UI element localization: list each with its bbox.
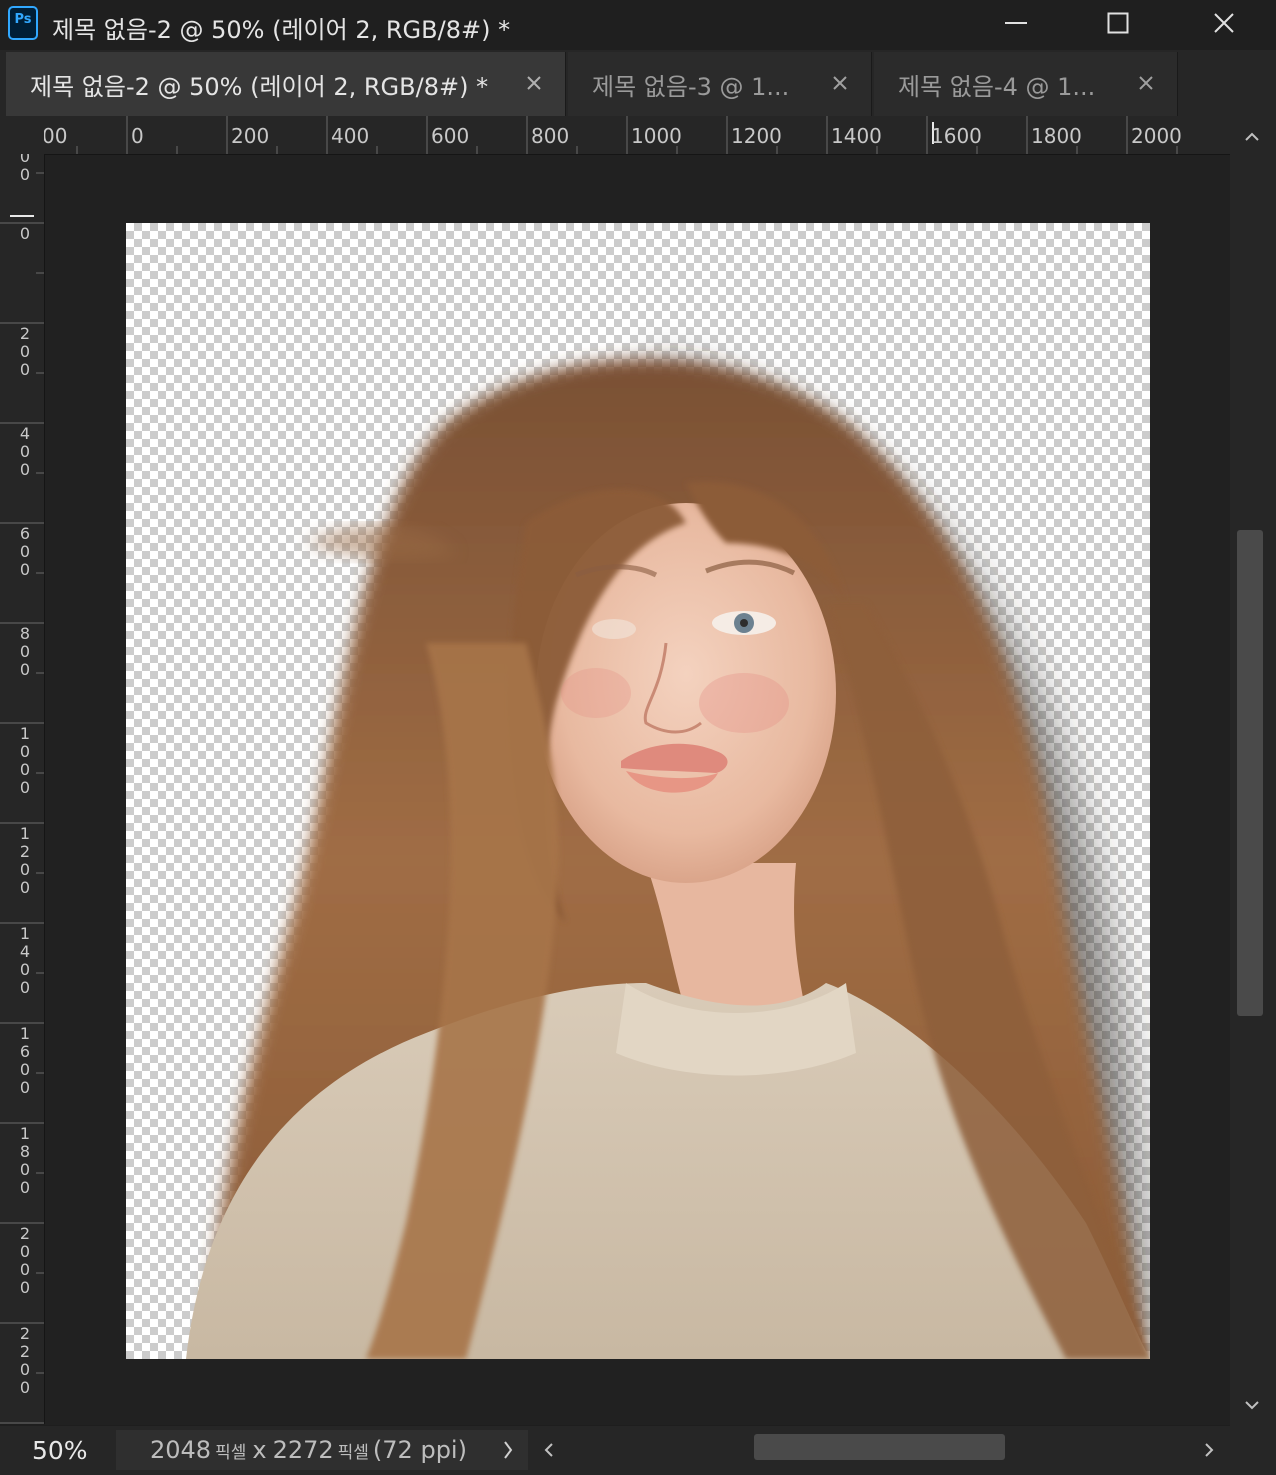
- maximize-icon: [1107, 12, 1129, 34]
- close-tab-icon[interactable]: [831, 74, 849, 92]
- horizontal-ruler[interactable]: 00 0 200 400 600 800 1000 1200 1400 1600…: [0, 116, 1276, 155]
- horizontal-scroll-thumb[interactable]: [754, 1434, 1005, 1460]
- ruler-label: 2200: [19, 1324, 31, 1397]
- ruler-label: 1000: [631, 124, 682, 148]
- tab-document-4[interactable]: 제목 없음-4 @ 1...: [874, 52, 1178, 116]
- tab-label: 제목 없음-2 @ 50% (레이어 2, RGB/8#) *: [30, 72, 489, 101]
- tab-label: 제목 없음-4 @ 1...: [898, 72, 1096, 101]
- ruler-label: 1800: [19, 1124, 31, 1197]
- close-tab-icon[interactable]: [525, 74, 543, 92]
- ruler-label: 400: [331, 124, 370, 148]
- window-title: 제목 없음-2 @ 50% (레이어 2, RGB/8#) *: [52, 16, 511, 44]
- portrait-layer-image: [186, 359, 1150, 1359]
- doc-resolution: (72 ppi): [372, 1436, 467, 1464]
- scroll-right-icon[interactable]: [1204, 1442, 1214, 1458]
- tab-label: 제목 없음-3 @ 1...: [592, 72, 790, 101]
- ruler-label: 2000: [19, 1224, 31, 1297]
- ruler-label: 600: [431, 124, 470, 148]
- document-info[interactable]: 2048 픽셀 x 2272 픽셀 (72 ppi): [116, 1430, 528, 1470]
- close-icon: [1214, 13, 1234, 33]
- vertical-ruler[interactable]: 00 0 200 400 600 800 1000 1200 1400 1600…: [0, 154, 45, 1424]
- unit-label: 픽셀: [215, 1442, 247, 1463]
- photoshop-logo-icon: Ps: [8, 6, 38, 40]
- doc-width: 2048: [150, 1436, 212, 1464]
- ruler-label: 1600: [931, 124, 982, 148]
- ruler-label: 800: [19, 624, 31, 679]
- ruler-label: 0: [19, 224, 31, 243]
- ruler-label: 400: [19, 424, 31, 479]
- minimize-button[interactable]: [964, 0, 1068, 46]
- zoom-level-field[interactable]: 50%: [0, 1426, 114, 1475]
- horizontal-scrollbar[interactable]: [530, 1426, 1230, 1475]
- ruler-label: 00: [42, 124, 68, 148]
- ruler-label: 0: [131, 124, 144, 148]
- ruler-label: 800: [531, 124, 570, 148]
- vertical-scroll-thumb[interactable]: [1237, 530, 1263, 1016]
- ruler-label: 1800: [1031, 124, 1082, 148]
- status-menu-chevron-right-icon[interactable]: [502, 1440, 514, 1460]
- ruler-label: 200: [231, 124, 270, 148]
- minimize-icon: [1005, 22, 1027, 24]
- title-bar: Ps 제목 없음-2 @ 50% (레이어 2, RGB/8#) *: [0, 0, 1276, 50]
- ruler-label: 600: [19, 524, 31, 579]
- tab-document-3[interactable]: 제목 없음-3 @ 1...: [568, 52, 872, 116]
- status-bar: 50% 2048 픽셀 x 2272 픽셀 (72 ppi): [0, 1426, 1276, 1475]
- ruler-label: 1400: [831, 124, 882, 148]
- ruler-label: 1000: [19, 724, 31, 797]
- ruler-label: 200: [19, 324, 31, 379]
- close-window-button[interactable]: [1172, 0, 1276, 46]
- ruler-label: 00: [19, 154, 31, 184]
- times-sign: x: [252, 1436, 267, 1464]
- close-tab-icon[interactable]: [1137, 74, 1155, 92]
- ruler-label: 1400: [19, 924, 31, 997]
- ruler-label: 1600: [19, 1024, 31, 1097]
- scroll-up-icon[interactable]: [1244, 132, 1260, 142]
- document-canvas[interactable]: [126, 223, 1150, 1359]
- unit-label: 픽셀: [337, 1442, 369, 1463]
- ruler-label: 2000: [1131, 124, 1182, 148]
- document-tab-bar: 제목 없음-2 @ 50% (레이어 2, RGB/8#) * 제목 없음-3 …: [0, 50, 1276, 116]
- maximize-button[interactable]: [1066, 0, 1170, 46]
- scroll-left-icon[interactable]: [544, 1442, 554, 1458]
- ruler-label: 1200: [19, 824, 31, 897]
- vertical-scrollbar[interactable]: [1230, 116, 1276, 1426]
- tab-document-2[interactable]: 제목 없음-2 @ 50% (레이어 2, RGB/8#) *: [6, 52, 566, 116]
- scroll-down-icon[interactable]: [1244, 1400, 1260, 1410]
- ruler-origin-corner[interactable]: [0, 116, 44, 154]
- doc-height: 2272: [272, 1436, 334, 1464]
- ruler-label: 1200: [731, 124, 782, 148]
